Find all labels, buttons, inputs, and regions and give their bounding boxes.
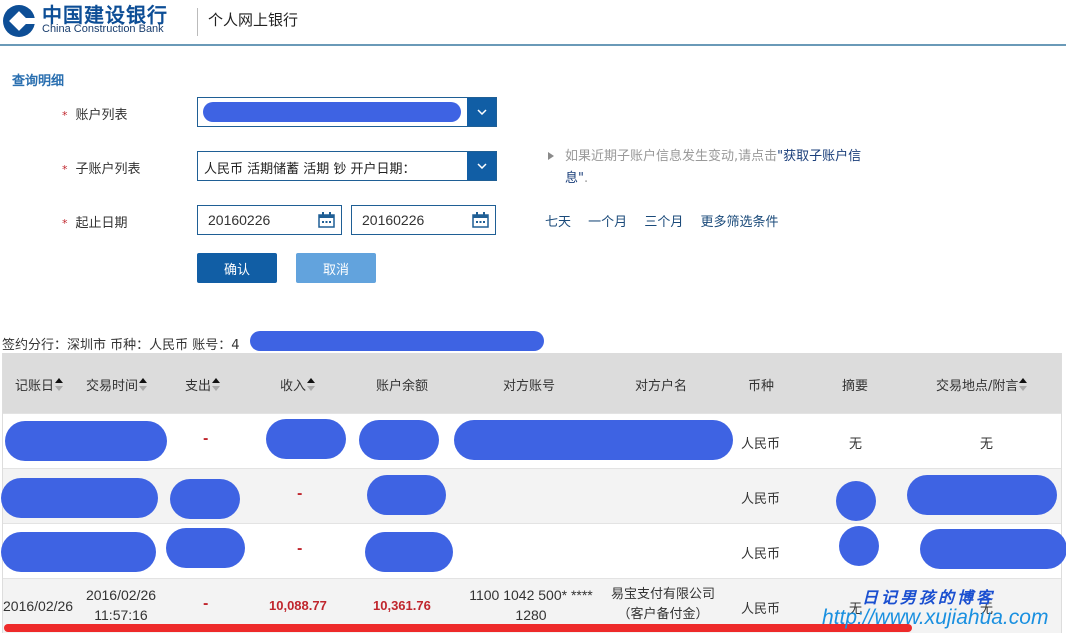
required-mark: * <box>62 109 68 122</box>
balance-cell: 10,361.76 <box>373 598 431 613</box>
redacted-date-time <box>1 478 158 518</box>
redacted-counterparty <box>454 420 733 460</box>
redacted-date-time <box>5 421 167 461</box>
currency-cell: 人民币 <box>741 492 781 507</box>
col-summary: 摘要 <box>842 379 869 394</box>
account-list-select[interactable] <box>197 97 497 127</box>
hint-suffix: . <box>583 171 589 186</box>
redacted-location <box>907 475 1057 515</box>
range-7-days[interactable]: 七天 <box>545 215 571 230</box>
confirm-button[interactable]: 确认 <box>197 253 277 283</box>
currency-cell: 人民币 <box>741 437 781 452</box>
account-list-label-text: 账户列表 <box>75 108 128 123</box>
redacted-balance <box>359 420 439 460</box>
required-mark: * <box>62 217 68 230</box>
income-cell: - <box>297 487 303 502</box>
summary-cell: 无 <box>849 437 863 452</box>
col-counter-name: 对方户名 <box>635 379 688 394</box>
date-range-label: * 起止日期 <box>62 212 128 231</box>
header: 中国建设银行 China Construction Bank 个人网上银行 <box>0 0 1066 46</box>
col-posting-date[interactable]: 记账日 <box>15 375 64 394</box>
sort-icon[interactable] <box>1019 378 1028 392</box>
end-date-input[interactable]: 20160226 <box>351 205 496 235</box>
account-info: 签约分行：深圳市 币种：人民币 账号：4 <box>2 334 240 353</box>
required-mark: * <box>62 163 68 176</box>
start-date-input[interactable]: 20160226 <box>197 205 342 235</box>
redacted-balance <box>367 475 446 515</box>
transaction-clock: 11:57:16 <box>94 607 148 623</box>
sub-account-list-label: * 子账户列表 <box>62 158 141 177</box>
bank-name-en: China Construction Bank <box>42 23 164 35</box>
col-location[interactable]: 交易地点/附言 <box>936 375 1028 394</box>
chevron-down-icon[interactable] <box>467 98 496 126</box>
expense-cell: - <box>203 432 209 447</box>
sub-account-value: 人民币 活期储蓄 活期 钞 开户日期： <box>204 162 416 177</box>
currency-cell: 人民币 <box>741 547 781 562</box>
watermark-title: 日记男孩的博客 <box>862 588 996 607</box>
sub-account-list-label-text: 子账户列表 <box>75 162 141 177</box>
col-expense[interactable]: 支出 <box>185 375 221 394</box>
currency-cell: 人民币 <box>741 602 781 617</box>
counter-account-line1: 1100 1042 500* **** <box>469 587 593 603</box>
table-row: - 人民币 无 无 <box>3 413 1061 468</box>
section-title: 查询明细 <box>12 74 65 89</box>
more-filters-link[interactable]: 更多筛选条件 <box>700 215 778 230</box>
sort-icon[interactable] <box>307 378 316 392</box>
redacted-balance <box>365 532 453 572</box>
portal-title: 个人网上银行 <box>208 11 299 29</box>
end-date-value: 20160226 <box>362 212 425 228</box>
redacted-account-number <box>250 331 544 351</box>
col-currency: 币种 <box>748 379 775 394</box>
redacted-expense <box>170 479 240 519</box>
range-3-months[interactable]: 三个月 <box>644 215 683 230</box>
income-cell: - <box>297 542 303 557</box>
table-header: 记账日 交易时间 支出 收入 账户余额 对方账号 对方户名 币种 摘要 交易地点… <box>3 353 1061 413</box>
sub-account-select[interactable]: 人民币 活期储蓄 活期 钞 开户日期： <box>197 151 497 181</box>
hint-text: 如果近期子账户信息发生变动,请点击 <box>565 149 778 164</box>
sub-account-hint: 如果近期子账户信息发生变动,请点击"获取子账户信息". <box>548 146 868 190</box>
redacted-summary <box>839 526 879 566</box>
sort-icon[interactable] <box>139 378 148 392</box>
posting-date-cell: 2016/02/26 <box>3 598 74 614</box>
ccb-logo-icon <box>3 5 36 37</box>
counter-name-line2: （客户备付金） <box>617 607 709 622</box>
transaction-time-cell: 2016/02/26 11:57:16 <box>81 585 161 625</box>
transaction-date: 2016/02/26 <box>85 587 157 603</box>
chevron-down-icon[interactable] <box>467 152 496 180</box>
triangle-right-icon <box>548 152 554 160</box>
cancel-button[interactable]: 取消 <box>296 253 376 283</box>
range-1-month[interactable]: 一个月 <box>588 215 627 230</box>
table-row: - 人民币 <box>1 523 1066 578</box>
col-transaction-time[interactable]: 交易时间 <box>86 375 148 394</box>
counter-name-line1: 易宝支付有限公司 <box>610 587 715 602</box>
start-date-value: 20160226 <box>208 212 271 228</box>
income-cell: 10,088.77 <box>269 598 327 613</box>
redacted-account <box>203 102 461 122</box>
col-income[interactable]: 收入 <box>280 375 316 394</box>
red-highlight-underline <box>4 624 912 632</box>
col-counter-account: 对方账号 <box>503 379 556 394</box>
sort-icon[interactable] <box>55 378 64 392</box>
redacted-income <box>266 419 346 459</box>
redacted-expense <box>166 528 245 568</box>
counter-account-line2: 1280 <box>515 607 547 623</box>
calendar-icon[interactable] <box>472 212 489 228</box>
sort-icon[interactable] <box>212 378 221 392</box>
calendar-icon[interactable] <box>318 212 335 228</box>
redacted-date-time <box>1 532 156 572</box>
counter-name-cell: 易宝支付有限公司 （客户备付金） <box>603 585 723 625</box>
col-balance: 账户余额 <box>376 379 429 394</box>
watermark-url: http://www.xujiahua.com <box>822 606 1049 629</box>
redacted-location <box>920 529 1066 569</box>
counter-account-cell: 1100 1042 500* **** 1280 <box>461 585 601 625</box>
location-cell: 无 <box>980 437 994 452</box>
account-list-label: * 账户列表 <box>62 104 128 123</box>
redacted-summary <box>836 481 876 521</box>
header-divider <box>197 8 198 36</box>
table-row: - 人民币 <box>1 468 1061 523</box>
expense-cell: - <box>203 597 209 612</box>
quick-range-links: 七天 一个月 三个月 更多筛选条件 <box>545 211 791 230</box>
account-info-text: 签约分行：深圳市 币种：人民币 账号：4 <box>2 338 240 353</box>
date-range-label-text: 起止日期 <box>75 216 128 231</box>
